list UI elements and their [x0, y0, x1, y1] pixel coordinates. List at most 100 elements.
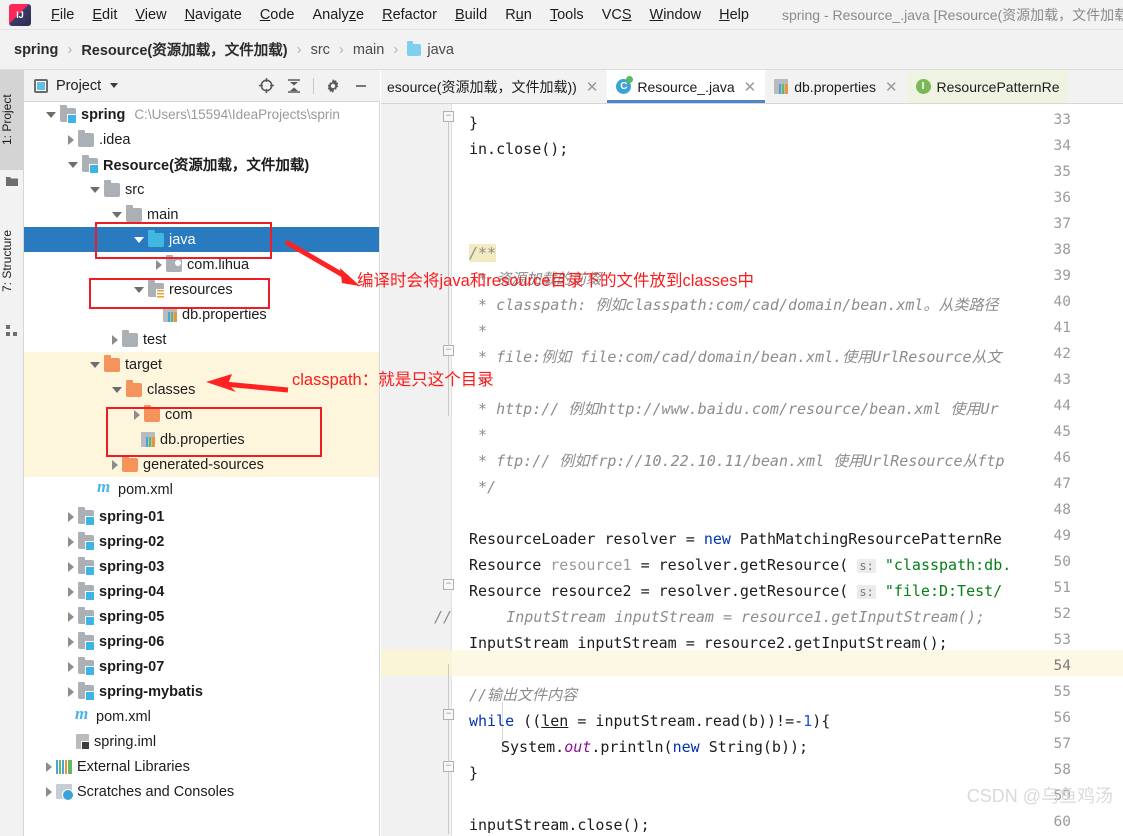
- fold-marker-while[interactable]: −: [443, 709, 454, 720]
- tree-row-idea[interactable]: .idea: [24, 127, 379, 152]
- chevron-right-icon[interactable]: [68, 636, 74, 647]
- menu-window[interactable]: Window: [641, 5, 711, 25]
- tree-row-pom-xml-module[interactable]: pom.xml: [24, 477, 379, 502]
- breadcrumb-item-resource[interactable]: Resource(资源加载，文件加载): [81, 39, 287, 60]
- gear-icon[interactable]: [320, 74, 346, 98]
- tree-row-spring-03[interactable]: spring-03: [24, 554, 379, 579]
- menu-view[interactable]: View: [126, 5, 175, 25]
- editor-gutter[interactable]: [381, 104, 452, 836]
- chevron-right-icon[interactable]: [68, 686, 74, 697]
- tree-row-generated-sources[interactable]: generated-sources: [24, 452, 379, 477]
- fold-marker-doc-end[interactable]: −: [443, 579, 454, 590]
- project-tree[interactable]: spring C:\Users\15594\IdeaProjects\sprin…: [24, 102, 380, 836]
- editor-tab-bar: esource(资源加载，文件加载)) ✕ Resource_.java ✕ d…: [381, 70, 1123, 104]
- menu-file[interactable]: File: [42, 5, 83, 25]
- chevron-right-icon[interactable]: [68, 611, 74, 622]
- chevron-down-icon[interactable]: [134, 286, 144, 293]
- breadcrumb-item-src[interactable]: src: [311, 42, 330, 58]
- tree-row-spring-02[interactable]: spring-02: [24, 529, 379, 554]
- chevron-down-icon[interactable]: [46, 111, 56, 118]
- hide-panel-icon[interactable]: [348, 74, 374, 98]
- chevron-right-icon[interactable]: [46, 786, 52, 797]
- menu-vcs[interactable]: VCS: [593, 5, 641, 25]
- locate-icon[interactable]: [253, 74, 279, 98]
- chevron-down-icon[interactable]: [68, 161, 78, 168]
- chevron-right-icon[interactable]: [46, 761, 52, 772]
- fold-rail-line-2: [448, 664, 449, 834]
- chevron-right-icon[interactable]: [68, 536, 74, 547]
- chevron-right-icon[interactable]: [112, 459, 118, 470]
- chevron-right-icon[interactable]: [68, 586, 74, 597]
- editor-tab-db-properties[interactable]: db.properties ✕: [765, 70, 906, 103]
- tree-row-spring-07[interactable]: spring-07: [24, 654, 379, 679]
- chevron-right-icon[interactable]: [68, 561, 74, 572]
- chevron-right-icon[interactable]: [68, 134, 74, 145]
- breadcrumb-item-java[interactable]: java: [427, 42, 454, 58]
- tree-row-spring-05[interactable]: spring-05: [24, 604, 379, 629]
- menu-tools[interactable]: Tools: [541, 5, 593, 25]
- chevron-down-icon[interactable]: [112, 386, 122, 393]
- tree-row-test[interactable]: test: [24, 327, 379, 352]
- tool-tab-project[interactable]: 1: Project: [0, 70, 24, 170]
- menu-analyze[interactable]: Analyze: [304, 5, 374, 25]
- close-icon[interactable]: ✕: [744, 78, 757, 96]
- editor-tab-resource-java[interactable]: Resource_.java ✕: [607, 70, 766, 103]
- chevron-right-icon[interactable]: [112, 334, 118, 345]
- tree-row-spring[interactable]: spring C:\Users\15594\IdeaProjects\sprin: [24, 102, 379, 127]
- tree-row-spring-01[interactable]: spring-01: [24, 504, 379, 529]
- tree-row-spring-04[interactable]: spring-04: [24, 579, 379, 604]
- editor-tab-resource-module[interactable]: esource(资源加载，文件加载)) ✕: [381, 70, 607, 103]
- tree-row-com[interactable]: com: [24, 402, 379, 427]
- menu-navigate[interactable]: Navigate: [176, 5, 251, 25]
- tree-row-db-properties-src[interactable]: db.properties: [24, 302, 379, 327]
- tree-row-scratches-and-consoles[interactable]: Scratches and Consoles: [24, 779, 379, 804]
- iml-file-icon: [76, 734, 90, 750]
- tree-row-db-properties-classes[interactable]: db.properties: [24, 427, 379, 452]
- line-number: 37: [1053, 216, 1071, 232]
- menu-refactor[interactable]: Refactor: [373, 5, 446, 25]
- line-number: 58: [1053, 762, 1071, 778]
- breadcrumb-item-main[interactable]: main: [353, 42, 384, 58]
- chevron-right-icon[interactable]: [134, 409, 140, 420]
- fold-marker-while-end[interactable]: −: [443, 761, 454, 772]
- chevron-right-icon[interactable]: [156, 259, 162, 270]
- fold-marker-collapse[interactable]: −: [443, 111, 454, 122]
- tool-tab-structure[interactable]: 7: Structure: [0, 202, 24, 320]
- menu-code[interactable]: Code: [251, 5, 304, 25]
- close-icon[interactable]: ✕: [885, 78, 898, 96]
- chevron-down-icon[interactable]: [90, 186, 100, 193]
- code-editor[interactable]: − − − − − 33 34 35 36 37 38 39 40 41 42 …: [381, 104, 1123, 836]
- chevron-down-icon[interactable]: [90, 361, 100, 368]
- chevron-down-icon[interactable]: [112, 211, 122, 218]
- chevron-right-icon[interactable]: [68, 661, 74, 672]
- breadcrumb-item-spring[interactable]: spring: [14, 42, 58, 58]
- tree-row-pom-xml-root[interactable]: pom.xml: [24, 704, 379, 729]
- tree-row-main[interactable]: main: [24, 202, 379, 227]
- chevron-down-icon[interactable]: [134, 236, 144, 243]
- menu-help[interactable]: Help: [710, 5, 758, 25]
- tree-row-spring-iml[interactable]: spring.iml: [24, 729, 379, 754]
- tree-row-src[interactable]: src: [24, 177, 379, 202]
- close-icon[interactable]: ✕: [586, 78, 599, 96]
- chevron-down-icon[interactable]: [110, 83, 119, 88]
- tree-row-resources[interactable]: resources: [24, 277, 379, 302]
- chevron-right-icon[interactable]: [68, 511, 74, 522]
- menu-edit[interactable]: Edit: [83, 5, 126, 25]
- tree-row-spring-mybatis[interactable]: spring-mybatis: [24, 679, 379, 704]
- line-number: 39: [1053, 268, 1071, 284]
- target-folder-icon: [126, 379, 142, 397]
- tree-label: generated-sources: [143, 456, 264, 473]
- line-number: 44: [1053, 398, 1071, 414]
- tree-row-spring-06[interactable]: spring-06: [24, 629, 379, 654]
- collapse-all-icon[interactable]: [281, 74, 307, 98]
- module-folder-icon: [78, 531, 95, 551]
- tree-row-resource-module[interactable]: Resource(资源加载，文件加载): [24, 152, 379, 177]
- menu-run[interactable]: Run: [496, 5, 541, 25]
- tree-row-external-libraries[interactable]: External Libraries: [24, 754, 379, 779]
- menu-build[interactable]: Build: [446, 5, 496, 25]
- editor-tab-resource-pattern-resolver[interactable]: ResourcePatternRe: [906, 70, 1069, 103]
- tree-row-java[interactable]: java: [24, 227, 379, 252]
- tree-label: target: [125, 356, 163, 373]
- tree-row-com-lihua[interactable]: com.lihua: [24, 252, 379, 277]
- fold-marker-doc[interactable]: −: [443, 345, 454, 356]
